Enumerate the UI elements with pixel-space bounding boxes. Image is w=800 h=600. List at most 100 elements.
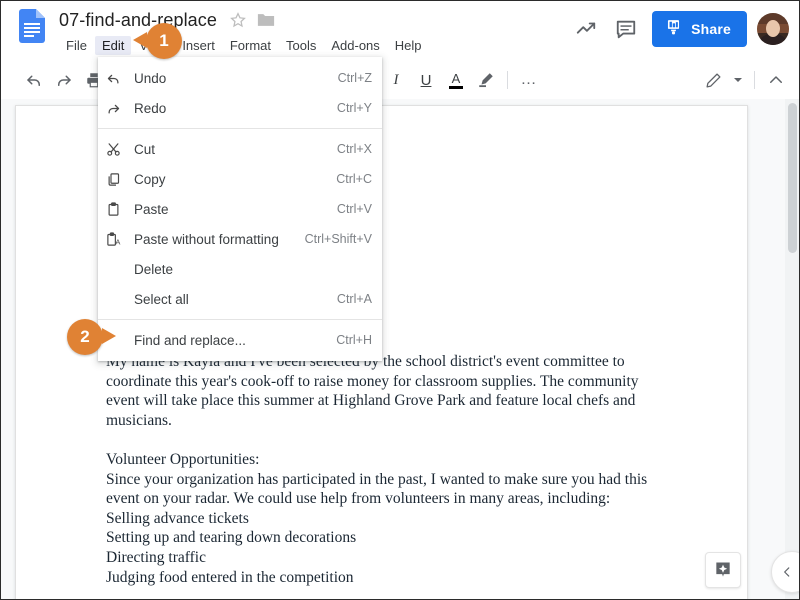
edit-dropdown-menu: Undo Ctrl+Z Redo Ctrl+Y Cut Ctrl+X Copy … <box>98 57 382 361</box>
menu-item-shortcut: Ctrl+V <box>336 202 372 216</box>
menu-item-label: Undo <box>134 70 167 86</box>
menu-item-label: Copy <box>134 171 166 187</box>
collapse-toolbar-button[interactable] <box>761 65 791 95</box>
text-color-button[interactable]: A <box>441 65 471 95</box>
paragraph: Setting up and tearing down decorations <box>106 529 357 547</box>
comment-icon[interactable] <box>606 9 646 49</box>
paste-plain-icon: A <box>106 230 132 248</box>
menu-item-label: Paste without formatting <box>134 231 279 247</box>
menu-item-label: Redo <box>134 100 167 116</box>
menu-item-delete[interactable]: Delete <box>98 254 382 284</box>
more-dots-icon: … <box>520 71 538 88</box>
menu-bar: File Edit View Insert Format Tools Add-o… <box>59 35 430 55</box>
paragraph: Directing traffic <box>106 548 206 566</box>
menu-insert[interactable]: Insert <box>175 36 222 55</box>
paragraph: Since your organization has participated… <box>106 470 648 508</box>
menu-item-shortcut: Ctrl+C <box>336 172 372 186</box>
menu-item-label: Select all <box>134 291 189 307</box>
menu-item-label: Cut <box>134 141 156 157</box>
document-body[interactable]: My name is Kayla and I've been selected … <box>106 352 666 587</box>
google-docs-window: 07-find-and-replace File Edit View Inser… <box>0 0 800 600</box>
document-title[interactable]: 07-find-and-replace <box>59 10 217 31</box>
menu-item-no-icon <box>106 260 132 278</box>
paragraph: Judging food entered in the competition <box>106 568 354 586</box>
menu-item-shortcut: Ctrl+Y <box>336 101 372 115</box>
star-outline-icon[interactable] <box>229 11 247 29</box>
redo-icon[interactable] <box>49 65 79 95</box>
italic-button[interactable]: I <box>381 65 411 95</box>
menu-help[interactable]: Help <box>388 36 429 55</box>
menu-item-undo[interactable]: Undo Ctrl+Z <box>98 63 382 93</box>
menu-divider <box>98 319 382 320</box>
menu-item-shortcut: Ctrl+A <box>336 292 372 306</box>
menu-item-paste[interactable]: Paste Ctrl+V <box>98 194 382 224</box>
highlight-pen-icon[interactable] <box>471 65 501 95</box>
text-color-swatch <box>449 85 463 89</box>
folder-icon[interactable] <box>257 12 275 28</box>
menu-file[interactable]: File <box>59 36 94 55</box>
menu-addons[interactable]: Add-ons <box>324 36 386 55</box>
avatar-face <box>766 20 780 37</box>
text-color-icon: A <box>449 72 463 89</box>
callout-tail <box>133 32 147 48</box>
vertical-scrollbar[interactable] <box>785 99 799 599</box>
app-header: 07-find-and-replace File Edit View Inser… <box>1 1 799 61</box>
cut-icon <box>106 140 132 158</box>
mode-caret-icon[interactable] <box>728 65 748 95</box>
header-actions: Share <box>566 9 789 49</box>
toolbar-divider <box>507 71 508 89</box>
toolbar-divider <box>754 71 755 89</box>
underline-label: U <box>420 71 432 89</box>
italic-label: I <box>393 71 399 88</box>
menu-item-find-and-replace[interactable]: Find and replace... Ctrl+H <box>98 325 382 355</box>
callout-badge-2: 2 <box>67 319 116 355</box>
menu-item-paste-without-formatting[interactable]: A Paste without formatting Ctrl+Shift+V <box>98 224 382 254</box>
activity-dashboard-icon[interactable] <box>566 9 606 49</box>
menu-item-cut[interactable]: Cut Ctrl+X <box>98 134 382 164</box>
menu-item-no-icon <box>106 290 132 308</box>
underline-button[interactable]: U <box>411 65 441 95</box>
paste-icon <box>106 200 132 218</box>
menu-item-redo[interactable]: Redo Ctrl+Y <box>98 93 382 123</box>
menu-item-copy[interactable]: Copy Ctrl+C <box>98 164 382 194</box>
menu-item-label: Paste <box>134 201 169 217</box>
chevron-up-icon <box>770 76 782 83</box>
callout-number: 2 <box>80 327 90 346</box>
redo-icon <box>106 99 132 117</box>
paragraph: Volunteer Opportunities: <box>106 450 260 468</box>
menu-item-shortcut: Ctrl+Shift+V <box>304 232 372 246</box>
menu-item-label: Delete <box>134 261 174 277</box>
collapse-sidebar-button[interactable] <box>771 551 799 593</box>
callout-tail <box>102 328 116 344</box>
explore-icon <box>716 562 730 577</box>
callout-badge-1: 1 <box>133 23 182 59</box>
menu-item-select-all[interactable]: Select all Ctrl+A <box>98 284 382 314</box>
google-docs-logo-icon <box>19 9 45 43</box>
paragraph-blank <box>106 430 666 450</box>
menu-item-shortcut: Ctrl+H <box>336 333 372 347</box>
chevron-down-icon <box>734 78 742 82</box>
menu-format[interactable]: Format <box>223 36 278 55</box>
menu-tools[interactable]: Tools <box>279 36 323 55</box>
copy-icon <box>106 170 132 188</box>
undo-icon[interactable] <box>19 65 49 95</box>
avatar[interactable] <box>757 13 789 45</box>
paragraph: My name is Kayla and I've been selected … <box>106 353 639 429</box>
scrollbar-thumb[interactable] <box>788 103 797 253</box>
callout-number: 1 <box>159 31 169 50</box>
share-label: Share <box>691 21 731 37</box>
text-color-letter: A <box>451 70 461 86</box>
undo-icon <box>106 69 132 87</box>
share-button[interactable]: Share <box>652 11 747 47</box>
menu-item-label: Find and replace... <box>134 332 246 348</box>
share-lock-icon <box>664 17 683 41</box>
svg-text:A: A <box>115 237 120 246</box>
more-options-button[interactable]: … <box>514 65 544 95</box>
menu-item-shortcut: Ctrl+X <box>336 142 372 156</box>
menu-edit[interactable]: Edit <box>94 35 132 55</box>
menu-divider <box>98 128 382 129</box>
chevron-left-icon <box>784 567 790 577</box>
menu-item-shortcut: Ctrl+Z <box>337 71 372 85</box>
edit-pencil-icon[interactable] <box>698 65 728 95</box>
explore-button[interactable] <box>705 552 741 588</box>
